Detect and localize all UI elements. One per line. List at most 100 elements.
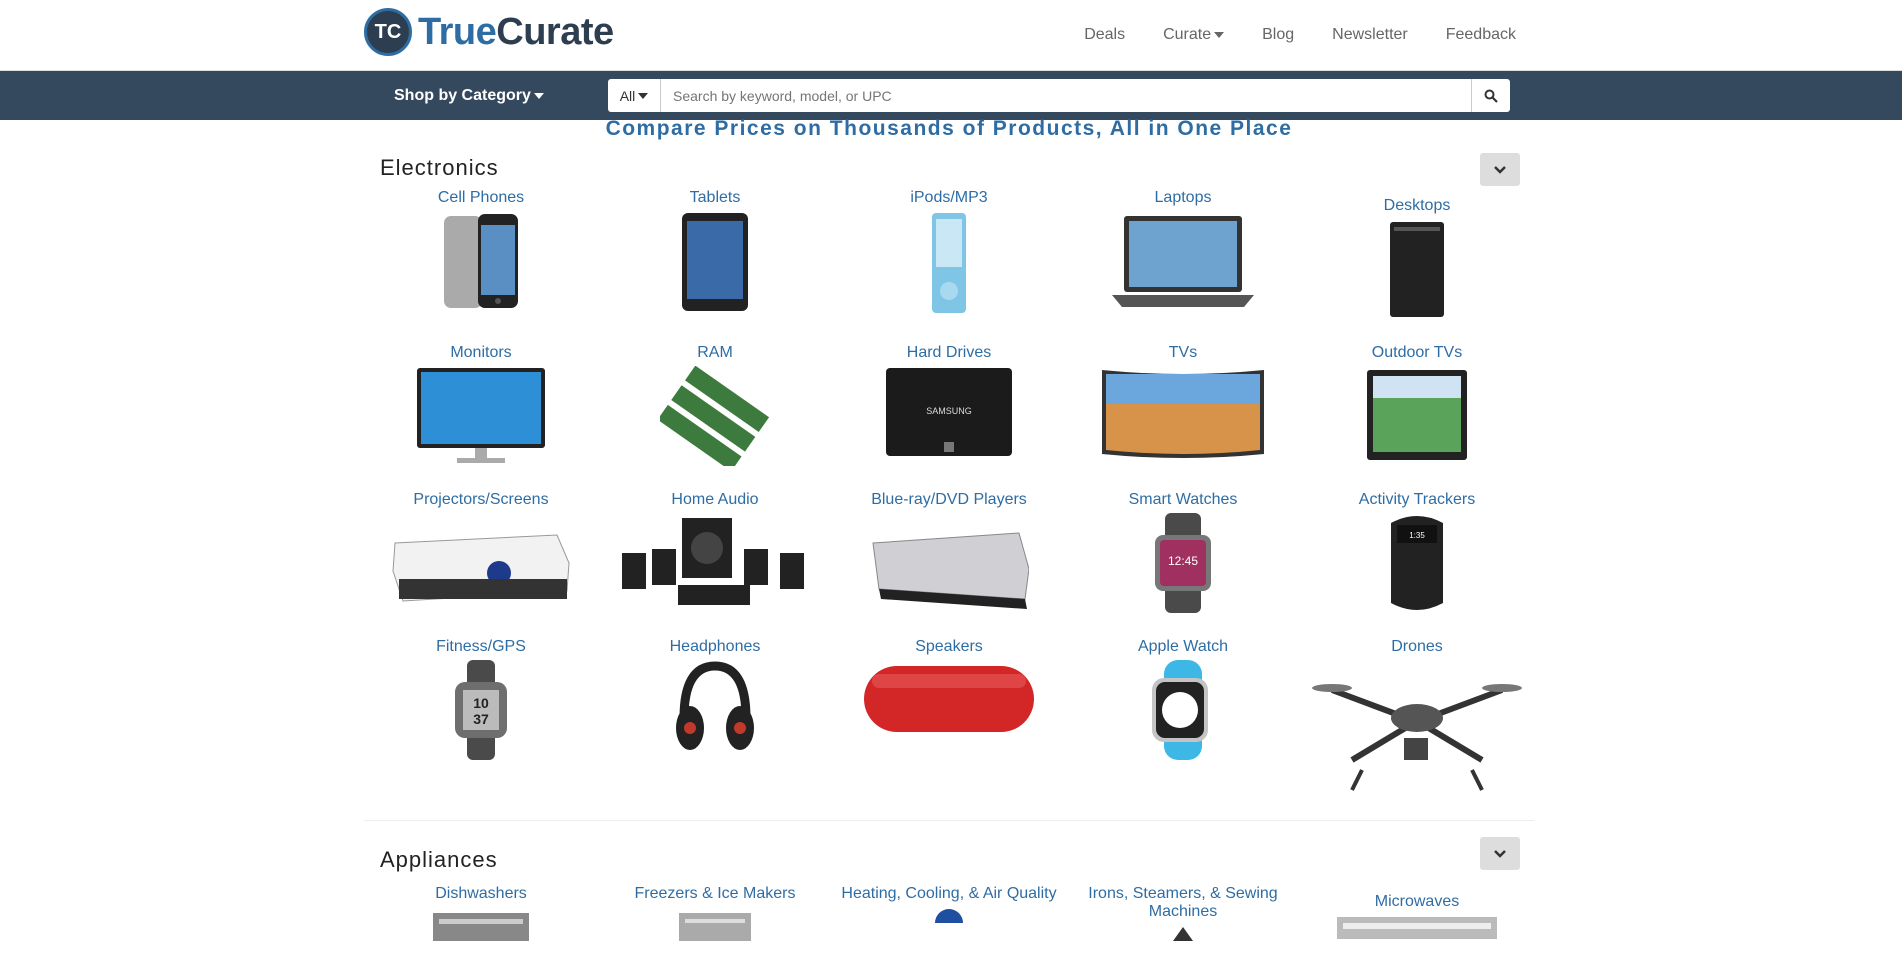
category-label: Hard Drives: [906, 344, 992, 361]
category-label: Headphones: [669, 638, 761, 655]
category-label: Laptops: [1154, 189, 1212, 206]
category-cell[interactable]: Smart Watches 12:45: [1066, 491, 1300, 638]
search-scope-label: All: [619, 87, 636, 104]
nav-feedback[interactable]: Feedback: [1446, 26, 1516, 44]
category-cell[interactable]: RAM: [598, 344, 832, 491]
search-box: All: [608, 79, 1510, 112]
caret-down-icon: [533, 92, 544, 99]
chevron-down-icon: [1494, 849, 1506, 858]
hard-drives-image: SAMSUNG: [832, 366, 1066, 458]
category-cell[interactable]: Outdoor TVs: [1300, 344, 1534, 491]
category-label: Home Audio: [671, 491, 759, 508]
category-cell[interactable]: Cell Phones: [364, 189, 598, 344]
laptops-image: [1066, 211, 1300, 311]
category-cell[interactable]: Dishwashers: [364, 885, 598, 941]
projectors-image: [364, 513, 598, 613]
category-label: Drones: [1391, 638, 1443, 655]
category-label: Speakers: [915, 638, 983, 655]
category-cell[interactable]: Fitness/GPS 10 37: [364, 638, 598, 798]
section-divider: [364, 820, 1534, 821]
activity-trackers-image: 1:35: [1300, 513, 1534, 613]
caret-down-icon: [1214, 31, 1225, 38]
category-label: RAM: [697, 344, 733, 361]
category-cell[interactable]: Activity Trackers 1:35: [1300, 491, 1534, 638]
category-cell[interactable]: iPods/MP3: [832, 189, 1066, 344]
category-cell[interactable]: Projectors/Screens: [364, 491, 598, 638]
category-cell[interactable]: Blue-ray/DVD Players: [832, 491, 1066, 638]
category-label: Activity Trackers: [1358, 491, 1476, 508]
freezers-image: [598, 911, 832, 941]
category-label: Freezers & Ice Makers: [634, 885, 796, 902]
fitness-gps-image: 10 37: [364, 660, 598, 760]
microwaves-image: [1300, 915, 1534, 939]
nav-blog[interactable]: Blog: [1262, 26, 1294, 44]
category-cell[interactable]: Headphones: [598, 638, 832, 800]
category-label: Outdoor TVs: [1371, 344, 1463, 361]
ram-image: [598, 366, 832, 466]
category-grid: Cell Phones Tablets iPods/MP3 Laptops De…: [364, 189, 1534, 800]
drones-image: [1300, 660, 1534, 800]
main-content: Compare Prices on Thousands of Products,…: [364, 117, 1534, 941]
nav-deals[interactable]: Deals: [1084, 26, 1125, 44]
search-icon: [1484, 89, 1498, 103]
section-title: Appliances: [380, 847, 498, 872]
category-label: Fitness/GPS: [436, 638, 526, 655]
category-cell[interactable]: Heating, Cooling, & Air Quality: [832, 885, 1066, 941]
search-input[interactable]: [661, 79, 1471, 112]
category-label: Apple Watch: [1137, 638, 1229, 655]
category-cell[interactable]: Drones: [1300, 638, 1534, 800]
nav-curate-dropdown[interactable]: Curate: [1163, 26, 1225, 44]
collapse-toggle-button[interactable]: [1480, 837, 1520, 870]
svg-text:37: 37: [473, 711, 489, 727]
home-audio-image: [598, 513, 832, 613]
category-cell[interactable]: Monitors: [364, 344, 598, 491]
shop-by-category-dropdown[interactable]: Shop by Category: [394, 71, 544, 120]
ipods-image: [832, 211, 1066, 315]
search-scope-dropdown[interactable]: All: [608, 79, 661, 112]
category-label: TVs: [1168, 344, 1198, 361]
category-cell[interactable]: Microwaves: [1300, 885, 1534, 941]
dishwashers-image: [364, 911, 598, 941]
category-cell[interactable]: Laptops: [1066, 189, 1300, 344]
logo-wordmark: TrueCurate: [418, 11, 614, 54]
section-electronics: Electronics Cell Phones Tablets iPods/MP…: [364, 153, 1534, 821]
category-label: Irons, Steamers, & Sewing Machines: [1088, 885, 1278, 920]
category-cell[interactable]: Irons, Steamers, & Sewing Machines: [1066, 885, 1300, 941]
category-label: Microwaves: [1374, 893, 1460, 910]
desktops-image: [1300, 219, 1534, 319]
apple-watch-image: [1066, 660, 1300, 760]
category-cell[interactable]: Apple Watch: [1066, 638, 1300, 800]
category-label: Monitors: [450, 344, 512, 361]
site-header: TC TrueCurate Deals Curate Blog Newslett…: [0, 0, 1902, 71]
category-label: Cell Phones: [437, 189, 525, 206]
shop-by-category-label: Shop by Category: [394, 86, 531, 104]
category-cell[interactable]: Hard Drives SAMSUNG: [832, 344, 1066, 491]
category-cell[interactable]: Freezers & Ice Makers: [598, 885, 832, 941]
nav-newsletter[interactable]: Newsletter: [1332, 26, 1408, 44]
category-cell[interactable]: Tablets: [598, 189, 832, 344]
category-cell[interactable]: Home Audio: [598, 491, 832, 638]
search-bar-strip: Shop by Category All: [0, 71, 1902, 120]
svg-text:SAMSUNG: SAMSUNG: [926, 406, 972, 416]
svg-text:1:35: 1:35: [1409, 531, 1425, 540]
category-cell[interactable]: Speakers: [832, 638, 1066, 800]
logo-badge: TC: [364, 8, 412, 56]
category-cell[interactable]: Desktops: [1300, 189, 1534, 344]
site-logo[interactable]: TC TrueCurate: [364, 8, 614, 56]
bluray-player-image: [832, 513, 1066, 613]
category-cell[interactable]: TVs: [1066, 344, 1300, 491]
monitors-image: [364, 366, 598, 466]
collapse-toggle-button[interactable]: [1480, 153, 1520, 186]
smart-watches-image: 12:45: [1066, 513, 1300, 613]
category-label: Projectors/Screens: [413, 491, 549, 508]
irons-steamers-image: [1066, 925, 1300, 941]
section-appliances: Appliances Dishwashers Freezers & Ice Ma…: [364, 837, 1534, 941]
caret-down-icon: [638, 92, 649, 99]
search-button[interactable]: [1471, 79, 1510, 112]
category-label: Tablets: [689, 189, 741, 206]
svg-text:12:45: 12:45: [1168, 554, 1198, 568]
category-label: Heating, Cooling, & Air Quality: [841, 885, 1057, 902]
cell-phones-image: [364, 211, 598, 311]
category-label: Desktops: [1383, 197, 1451, 214]
chevron-down-icon: [1494, 165, 1506, 174]
